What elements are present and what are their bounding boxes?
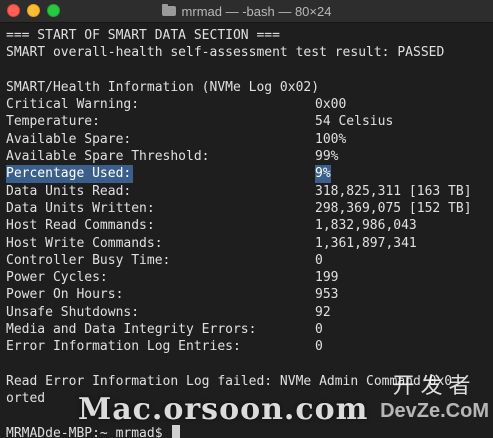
- row-value: 54 Celsius: [315, 114, 394, 130]
- smart-row: Unsafe Shutdowns: 92: [6, 304, 493, 321]
- row-value: 1,361,897,341: [315, 235, 417, 251]
- smart-row: Available Spare Threshold: 99%: [6, 148, 493, 165]
- row-value: 318,825,311 [163 TB]: [315, 183, 472, 199]
- smart-row: Critical Warning: 0x00: [6, 96, 493, 113]
- row-value: 0: [315, 322, 323, 338]
- row-value: 92: [315, 304, 331, 320]
- folder-icon: [161, 4, 176, 16]
- row-key: Host Write Commands:: [6, 235, 163, 251]
- smart-row: Temperature: 54 Celsius: [6, 113, 493, 130]
- row-value: 199: [315, 270, 339, 286]
- row-key: Temperature:: [6, 114, 100, 130]
- output-line-header2: SMART overall-health self-assessment tes…: [6, 45, 445, 61]
- title-bar[interactable]: mrmad — -bash — 80×24: [0, 0, 493, 23]
- row-key: Media and Data Integrity Errors:: [6, 322, 257, 338]
- shell-prompt: MRMADde-MBP:~ mrmad$: [6, 425, 163, 438]
- output-line-header1: === START OF SMART DATA SECTION ===: [6, 28, 280, 43]
- watermark-text: Mac.orsoon.com: [78, 392, 369, 427]
- output-line-section: SMART/Health Information (NVMe Log 0x02): [6, 79, 320, 95]
- smart-row: Media and Data Integrity Errors: 0: [6, 321, 493, 338]
- smart-row: Host Write Commands: 1,361,897,341: [6, 235, 493, 252]
- watermark-logo: 开发者 DevZe.CoM: [380, 368, 489, 423]
- row-value: 9%: [315, 165, 331, 183]
- row-value: 0: [315, 339, 323, 355]
- row-key: Critical Warning:: [6, 97, 140, 113]
- row-key: Power Cycles:: [6, 270, 108, 286]
- row-value: 99%: [315, 149, 339, 165]
- row-key: Power On Hours:: [6, 287, 124, 303]
- row-value: 100%: [315, 131, 347, 147]
- smart-row: Data Units Read: 318,825,311 [163 TB]: [6, 183, 493, 200]
- row-key: Data Units Written:: [6, 200, 155, 216]
- row-key: Available Spare Threshold:: [6, 149, 210, 165]
- row-value: 298,369,075 [152 TB]: [315, 200, 472, 216]
- logo-en-text: DevZe.CoM: [380, 400, 489, 422]
- logo-cn-text: 开发者: [392, 374, 477, 399]
- row-key: Data Units Read:: [6, 183, 132, 199]
- smart-row: Data Units Written: 298,369,075 [152 TB]: [6, 200, 493, 217]
- row-key: Percentage Used:: [6, 165, 134, 183]
- terminal-window: mrmad — -bash — 80×24 === START OF SMART…: [0, 0, 493, 438]
- smart-row: Controller Busy Time: 0: [6, 252, 493, 269]
- window-title-area: mrmad — -bash — 80×24: [0, 0, 493, 22]
- row-key: Error Information Log Entries:: [6, 339, 241, 355]
- smart-row: Error Information Log Entries: 0: [6, 338, 493, 355]
- row-key: Controller Busy Time:: [6, 252, 171, 268]
- row-key: Host Read Commands:: [6, 218, 155, 234]
- smart-row: Power On Hours: 953: [6, 286, 493, 303]
- smart-row: Power Cycles: 199: [6, 269, 493, 286]
- row-value: 953: [315, 287, 339, 303]
- row-value: 1,832,986,043: [315, 218, 417, 234]
- row-key: Unsafe Shutdowns:: [6, 304, 140, 320]
- row-key: Available Spare:: [6, 131, 132, 147]
- row-value: 0: [315, 252, 323, 268]
- smart-row: Available Spare: 100%: [6, 131, 493, 148]
- window-title: mrmad — -bash — 80×24: [181, 3, 332, 19]
- smart-row-selected[interactable]: Percentage Used: 9%: [6, 165, 493, 183]
- row-value: 0x00: [315, 97, 347, 113]
- smart-row: Host Read Commands: 1,832,986,043: [6, 217, 493, 234]
